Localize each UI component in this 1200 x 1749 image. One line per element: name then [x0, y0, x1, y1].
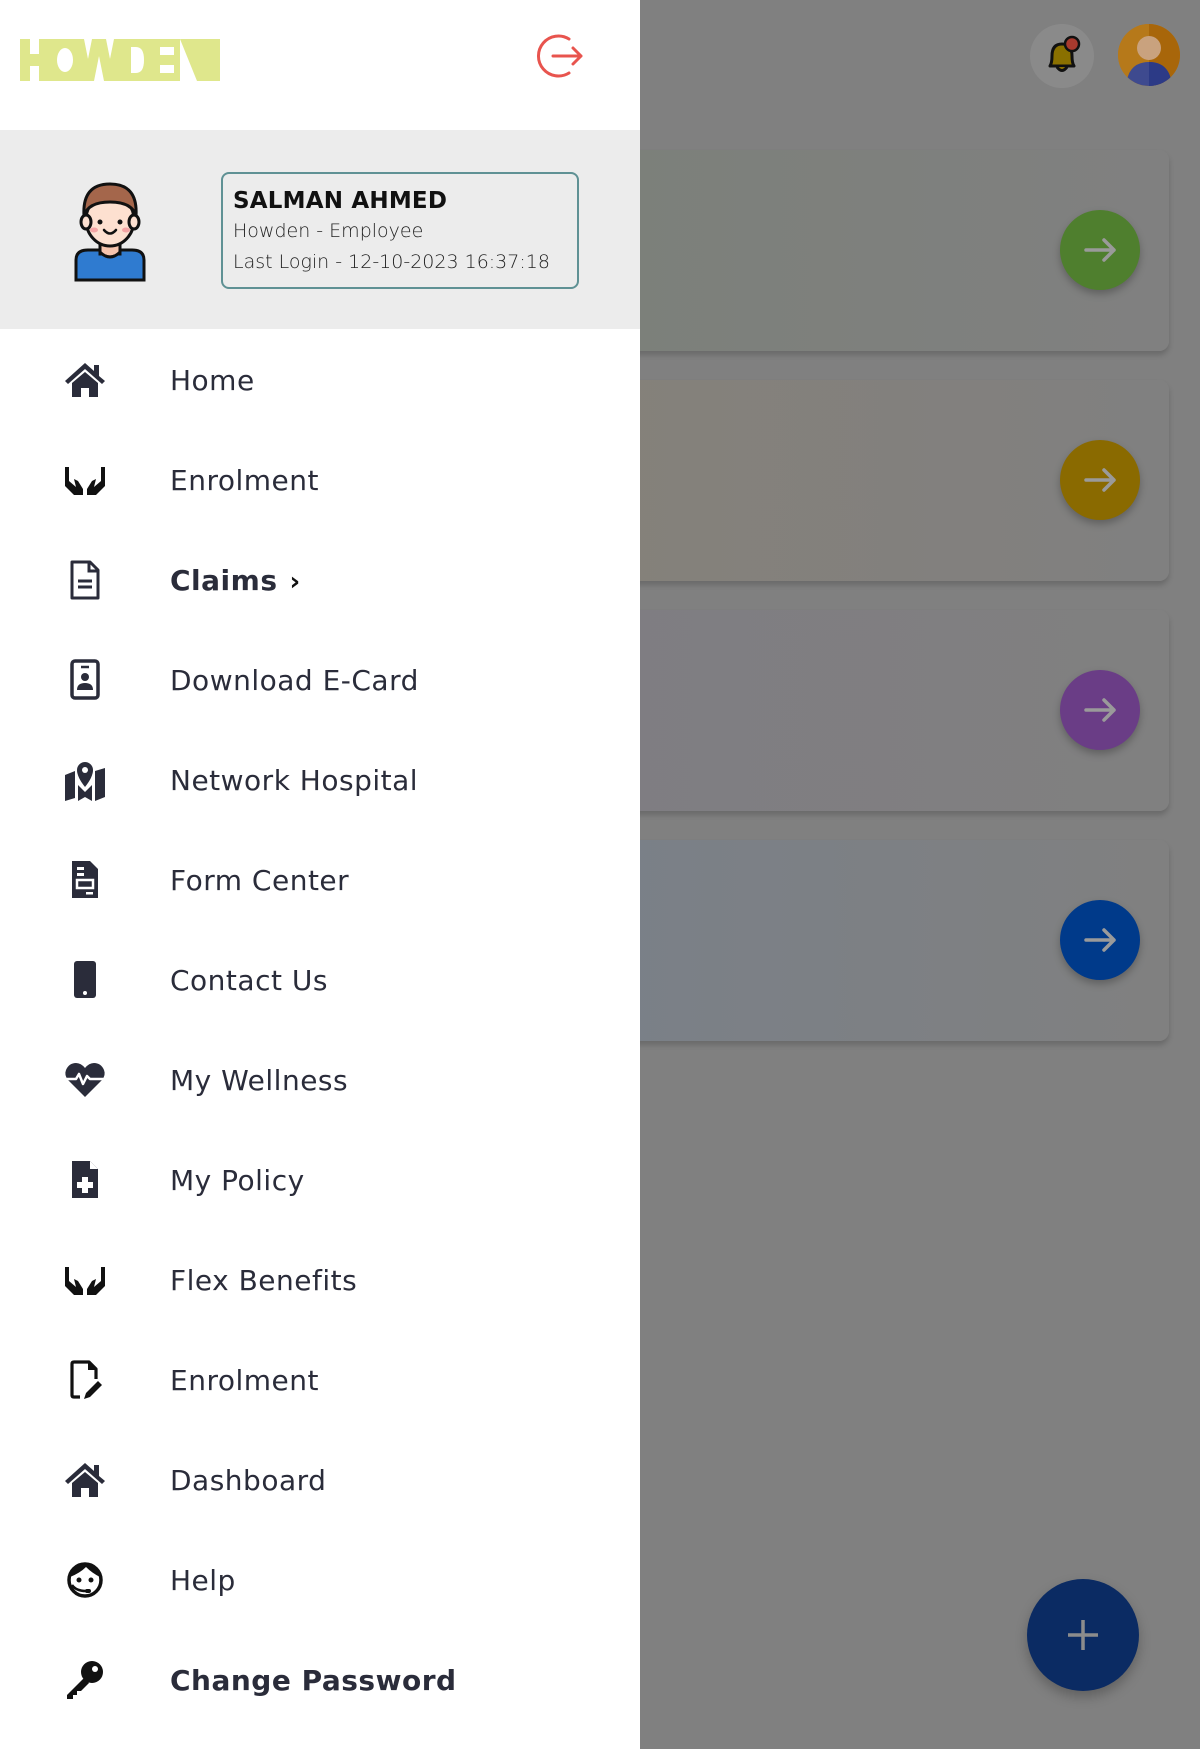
add-fab-button[interactable] — [1027, 1579, 1139, 1691]
menu-label: Enrolment — [170, 463, 319, 497]
menu-item-my-wellness[interactable]: My Wellness — [0, 1030, 640, 1130]
home-icon — [60, 355, 110, 405]
menu-label: Home — [170, 363, 255, 397]
card-arrow-button[interactable] — [1060, 900, 1140, 980]
logout-icon — [537, 34, 583, 78]
menu-item-change-password[interactable]: Change Password — [0, 1630, 640, 1730]
arrow-right-icon — [1084, 238, 1116, 262]
support-agent-icon — [60, 1555, 110, 1605]
menu-label: Network Hospital — [170, 763, 419, 797]
menu-label: My Policy — [170, 1163, 305, 1197]
navigation-drawer: SALMAN AHMED Howden - Employee Last Logi… — [0, 0, 640, 1749]
menu-label: Dashboard — [170, 1463, 327, 1497]
menu-label: Flex Benefits — [170, 1263, 358, 1297]
user-avatar-button[interactable] — [1118, 24, 1180, 86]
heart-pulse-icon — [60, 1055, 110, 1105]
menu-item-form-center[interactable]: Form Center — [0, 830, 640, 930]
file-edit-icon — [60, 1355, 110, 1405]
menu-label: Form Center — [170, 863, 350, 897]
drawer-menu: Home Enrolment Claims › Download E-Card N… — [0, 330, 640, 1730]
hands-icon — [60, 1255, 110, 1305]
howden-logo — [20, 39, 220, 81]
document-icon — [60, 555, 110, 605]
menu-item-help[interactable]: Help — [0, 1530, 640, 1630]
menu-label-text: Claims — [170, 563, 278, 597]
id-card-icon — [60, 655, 110, 705]
menu-label: Enrolment — [170, 1363, 319, 1397]
dashboard-card[interactable] — [600, 840, 1169, 1041]
menu-label: Claims › — [170, 564, 301, 597]
user-avatar-icon — [1118, 24, 1180, 86]
menu-item-enrolment-2[interactable]: Enrolment — [0, 1330, 640, 1430]
dashboard-card[interactable] — [600, 610, 1169, 811]
arrow-right-icon — [1084, 698, 1116, 722]
menu-item-download-e-card[interactable]: Download E-Card — [0, 630, 640, 730]
profile-name: SALMAN AHMED — [233, 188, 448, 214]
menu-label: Help — [170, 1563, 236, 1597]
profile-last-login: Last Login - 12-10-2023 16:37:18 — [233, 251, 550, 273]
file-medical-icon — [60, 1155, 110, 1205]
plus-icon — [1068, 1620, 1098, 1650]
menu-label: Download E-Card — [170, 663, 419, 697]
card-arrow-button[interactable] — [1060, 670, 1140, 750]
dashboard-card[interactable] — [600, 380, 1169, 581]
notification-button[interactable] — [1030, 24, 1094, 88]
form-icon — [60, 855, 110, 905]
hands-icon — [60, 455, 110, 505]
drawer-header — [0, 0, 640, 130]
profile-role: Howden - Employee — [233, 220, 424, 242]
profile-section: SALMAN AHMED Howden - Employee Last Logi… — [0, 130, 640, 329]
menu-item-claims[interactable]: Claims › — [0, 530, 640, 630]
menu-item-dashboard[interactable]: Dashboard — [0, 1430, 640, 1530]
dashboard-card[interactable] — [600, 150, 1169, 351]
home-icon — [60, 1455, 110, 1505]
menu-item-network-hospital[interactable]: Network Hospital — [0, 730, 640, 830]
menu-label: Change Password — [170, 1663, 457, 1697]
key-icon — [60, 1655, 110, 1705]
arrow-right-icon — [1084, 928, 1116, 952]
menu-item-home[interactable]: Home — [0, 330, 640, 430]
card-arrow-button[interactable] — [1060, 210, 1140, 290]
menu-item-my-policy[interactable]: My Policy — [0, 1130, 640, 1230]
chevron-right-icon: › — [289, 566, 301, 597]
profile-info-card: SALMAN AHMED Howden - Employee Last Logi… — [221, 172, 579, 289]
card-arrow-button[interactable] — [1060, 440, 1140, 520]
menu-item-contact-us[interactable]: Contact Us — [0, 930, 640, 1030]
menu-item-flex-benefits[interactable]: Flex Benefits — [0, 1230, 640, 1330]
menu-item-enrolment[interactable]: Enrolment — [0, 430, 640, 530]
map-pin-icon — [60, 755, 110, 805]
arrow-right-icon — [1084, 468, 1116, 492]
menu-label: Contact Us — [170, 963, 328, 997]
mobile-phone-icon — [60, 955, 110, 1005]
bell-icon — [1048, 35, 1081, 72]
profile-avatar-icon — [74, 182, 146, 282]
logout-button[interactable] — [532, 28, 588, 84]
menu-label: My Wellness — [170, 1063, 349, 1097]
